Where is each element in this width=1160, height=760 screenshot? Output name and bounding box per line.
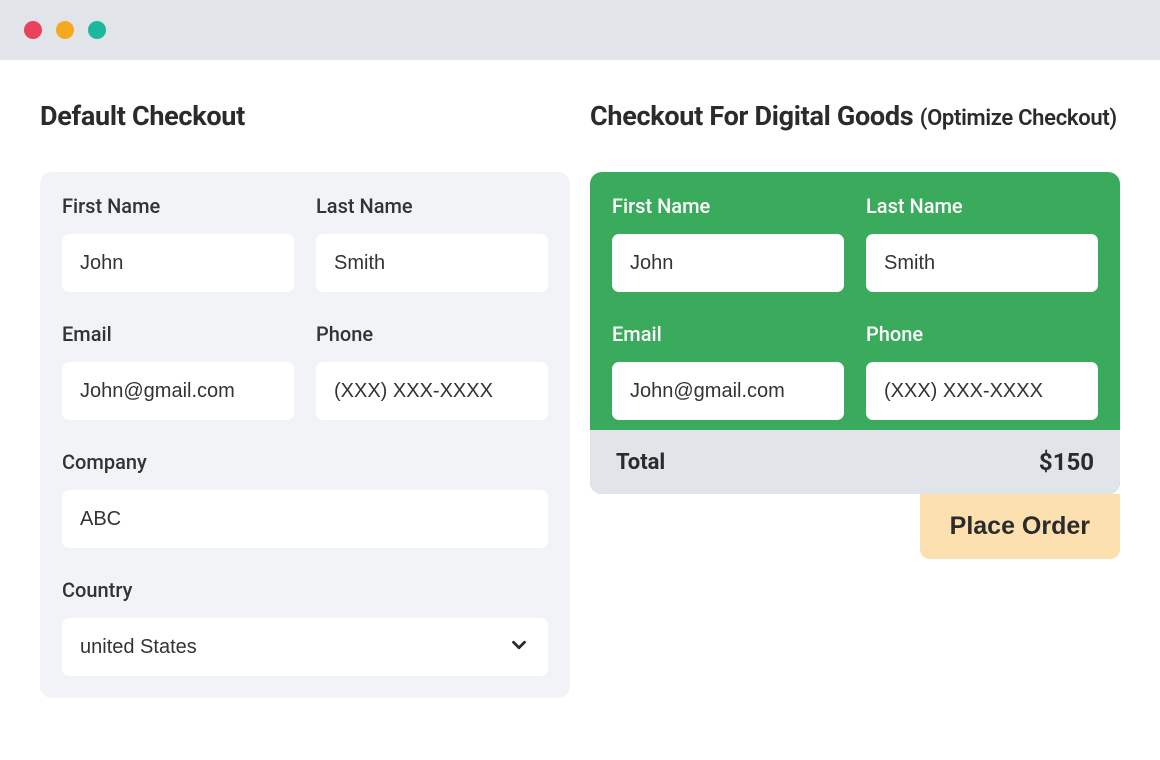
- dg-email-field-group: Email: [612, 322, 844, 420]
- last-name-field-group: Last Name: [316, 194, 548, 292]
- digital-checkout-title-sub: (Optimize Checkout): [920, 106, 1117, 131]
- default-checkout-title: Default Checkout: [40, 100, 570, 132]
- first-name-label: First Name: [62, 194, 294, 218]
- dg-email-input[interactable]: [612, 362, 844, 420]
- last-name-label: Last Name: [316, 194, 548, 218]
- dg-phone-field-group: Phone: [866, 322, 1098, 420]
- company-field-group: Company: [62, 450, 548, 548]
- window-titlebar: [0, 0, 1160, 60]
- last-name-input[interactable]: [316, 234, 548, 292]
- default-checkout-column: Default Checkout First Name Last Name Em…: [40, 100, 570, 698]
- dg-first-name-field-group: First Name: [612, 194, 844, 292]
- dg-phone-input[interactable]: [866, 362, 1098, 420]
- company-label: Company: [62, 450, 548, 474]
- close-icon[interactable]: [24, 21, 42, 39]
- dg-last-name-label: Last Name: [866, 194, 1098, 218]
- digital-checkout-title: Checkout For Digital Goods (Optimize Che…: [590, 100, 1120, 132]
- company-input[interactable]: [62, 490, 548, 548]
- place-order-button[interactable]: Place Order: [920, 494, 1120, 559]
- email-field-group: Email: [62, 322, 294, 420]
- digital-checkout-card: First Name Last Name Email Phone: [590, 172, 1120, 494]
- country-field-group: Country united States: [62, 578, 548, 676]
- phone-field-group: Phone: [316, 322, 548, 420]
- maximize-icon[interactable]: [88, 21, 106, 39]
- total-label: Total: [616, 450, 665, 475]
- dg-email-label: Email: [612, 322, 844, 346]
- dg-last-name-field-group: Last Name: [866, 194, 1098, 292]
- email-label: Email: [62, 322, 294, 346]
- total-bar: Total $150: [590, 430, 1120, 494]
- country-select[interactable]: united States: [62, 618, 548, 676]
- dg-first-name-input[interactable]: [612, 234, 844, 292]
- digital-checkout-column: Checkout For Digital Goods (Optimize Che…: [590, 100, 1120, 698]
- digital-checkout-title-main: Checkout For Digital Goods: [590, 100, 920, 132]
- minimize-icon[interactable]: [56, 21, 74, 39]
- first-name-input[interactable]: [62, 234, 294, 292]
- dg-last-name-input[interactable]: [866, 234, 1098, 292]
- dg-phone-label: Phone: [866, 322, 1098, 346]
- phone-label: Phone: [316, 322, 548, 346]
- phone-input[interactable]: [316, 362, 548, 420]
- dg-first-name-label: First Name: [612, 194, 844, 218]
- email-input[interactable]: [62, 362, 294, 420]
- total-value: $150: [1039, 448, 1094, 476]
- country-label: Country: [62, 578, 548, 602]
- first-name-field-group: First Name: [62, 194, 294, 292]
- default-checkout-card: First Name Last Name Email Phone: [40, 172, 570, 698]
